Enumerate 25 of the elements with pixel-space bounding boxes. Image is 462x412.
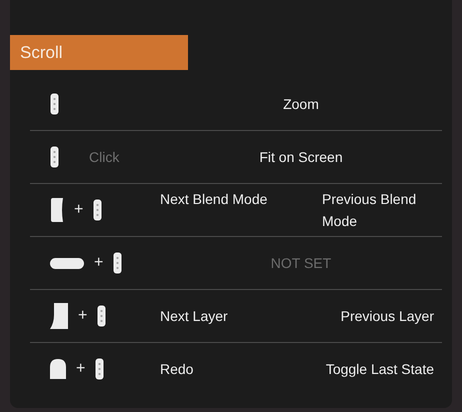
side-button-icon [50, 198, 64, 222]
scroll-wheel-icon [93, 199, 102, 221]
action-label: Redo [160, 360, 194, 379]
action-label: NOT SET [270, 255, 332, 271]
action-label: Next Layer [160, 307, 228, 326]
scroll-wheel-icon [50, 93, 59, 115]
scroll-wheel-icon [113, 252, 122, 274]
curled-button-icon [50, 303, 68, 329]
action-label: Zoom [282, 96, 320, 112]
scroll-wheel-icon [50, 146, 59, 168]
section-header: Scroll [10, 35, 188, 70]
plus-sign: + [78, 307, 88, 325]
action-label: Toggle Last State [326, 360, 434, 379]
modifier-label: Click [89, 149, 120, 165]
plus-sign: + [94, 254, 104, 272]
plus-sign: + [74, 201, 84, 219]
action-label: Fit on Screen [258, 149, 344, 165]
plus-sign: + [76, 360, 86, 378]
action-label: Previous Layer [340, 307, 434, 326]
action-label: Next Blend Mode [160, 190, 268, 209]
action-label: Previous Blend Mode [322, 190, 418, 231]
scroll-wheel-icon [95, 358, 104, 380]
wide-button-icon [50, 258, 84, 268]
arch-button-icon [50, 359, 66, 379]
scroll-wheel-icon [97, 305, 106, 327]
